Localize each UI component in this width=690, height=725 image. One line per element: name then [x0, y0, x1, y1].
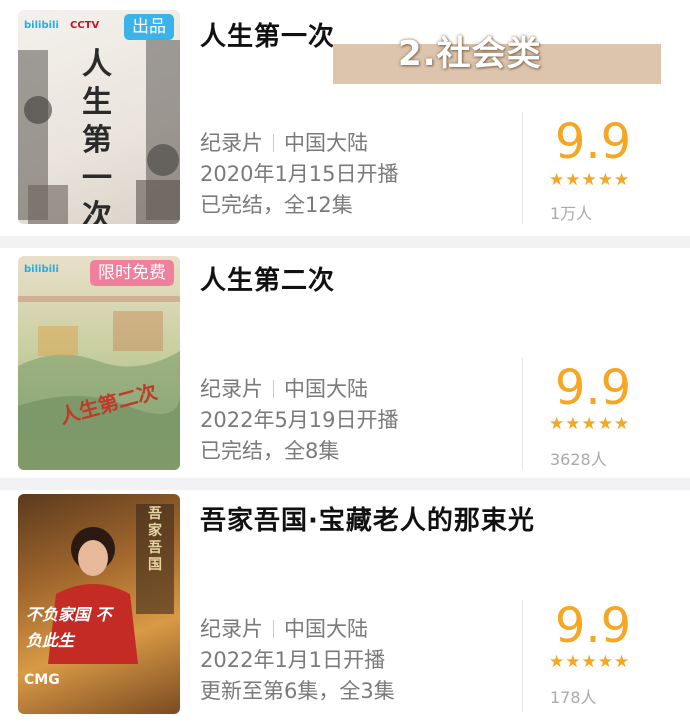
- poster-art: [18, 296, 180, 470]
- region: 中国大陆: [284, 617, 368, 641]
- meta-divider: [273, 380, 274, 398]
- item-meta: 纪录片 中国大陆 2022年1月1日开播 更新至第6集，全3集: [200, 614, 395, 707]
- rating-score: 9.9: [554, 598, 632, 654]
- separator: [0, 236, 690, 248]
- item-title[interactable]: 人生第二次: [200, 260, 335, 297]
- poster-side-text: 吾家吾国: [148, 506, 162, 573]
- poster-logo: bilibili: [24, 20, 59, 31]
- meta-line-1: 纪录片 中国大陆: [200, 128, 399, 159]
- release-date: 2020年1月15日开播: [200, 162, 399, 186]
- meta-divider: [273, 620, 274, 638]
- region: 中国大陆: [284, 131, 368, 155]
- poster-image[interactable]: bilibili CCTV 人生第一次 出品: [18, 10, 180, 224]
- rating-count: 178人: [550, 688, 597, 707]
- poster-logo: CMG: [24, 672, 60, 688]
- episode-status: 更新至第6集，全3集: [200, 679, 395, 703]
- vertical-divider: [522, 112, 523, 224]
- episode-status: 已完结，全8集: [200, 439, 340, 463]
- rating-score: 9.9: [554, 114, 632, 170]
- badge: 出品: [124, 14, 174, 40]
- poster-logo: bilibili: [24, 264, 59, 275]
- release-date: 2022年1月1日开播: [200, 648, 386, 672]
- list-item[interactable]: bilibili 人生第二次 限时免费 人生第二次 纪录片 中国大陆 2022年5…: [0, 248, 690, 476]
- poster-logo-cctv: CCTV: [70, 20, 100, 31]
- poster-title: 不负家国 不负此生: [26, 605, 112, 650]
- region: 中国大陆: [284, 377, 368, 401]
- badge: 限时免费: [90, 260, 174, 286]
- category-tag: 2.社会类: [398, 34, 542, 74]
- item-title[interactable]: 人生第一次: [200, 16, 335, 53]
- poster-image[interactable]: 吾家吾国 不负家国 不负此生 CMG: [18, 494, 180, 714]
- genre: 纪录片: [200, 377, 263, 401]
- vertical-divider: [522, 358, 523, 470]
- vertical-divider: [522, 600, 523, 712]
- list-item[interactable]: 吾家吾国 不负家国 不负此生 CMG 吾家吾国·宝藏老人的那束光 纪录片 中国大陆…: [0, 490, 690, 725]
- rating-score: 9.9: [554, 360, 632, 416]
- episode-status: 已完结，全12集: [200, 193, 353, 217]
- separator: [0, 478, 690, 490]
- poster-image[interactable]: bilibili 人生第二次 限时免费: [18, 256, 180, 470]
- rating-count: 1万人: [550, 204, 593, 223]
- item-meta: 纪录片 中国大陆 2022年5月19日开播 已完结，全8集: [200, 374, 399, 467]
- poster-title: 人生第一次: [82, 47, 112, 224]
- meta-divider: [273, 134, 274, 152]
- genre: 纪录片: [200, 617, 263, 641]
- meta-line-1: 纪录片 中国大陆: [200, 614, 395, 645]
- rating-stars: ★★★★★: [549, 414, 631, 434]
- genre: 纪录片: [200, 131, 263, 155]
- list-item[interactable]: bilibili CCTV 人生第一次 出品 人生第一次 纪录片 中国大陆 202…: [0, 0, 690, 228]
- rating-count: 3628人: [550, 450, 607, 469]
- item-meta: 纪录片 中国大陆 2020年1月15日开播 已完结，全12集: [200, 128, 399, 221]
- release-date: 2022年5月19日开播: [200, 408, 399, 432]
- rating-stars: ★★★★★: [549, 652, 631, 672]
- rating-stars: ★★★★★: [549, 170, 631, 190]
- item-title[interactable]: 吾家吾国·宝藏老人的那束光: [200, 500, 535, 537]
- meta-line-1: 纪录片 中国大陆: [200, 374, 399, 405]
